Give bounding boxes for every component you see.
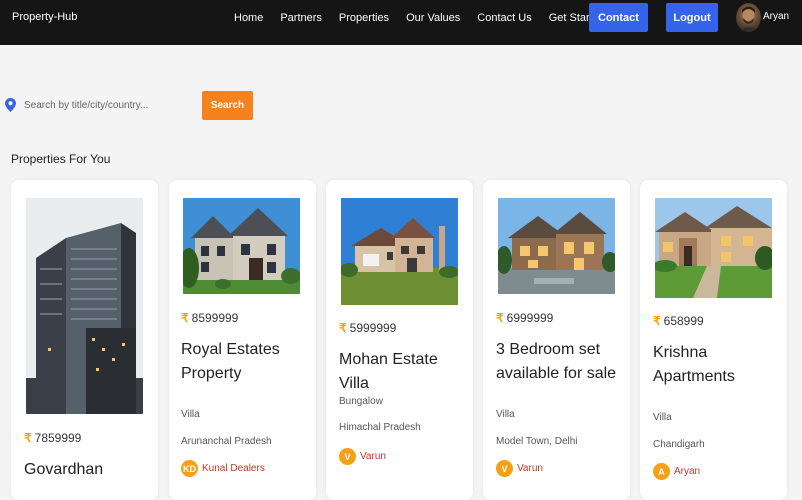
logout-button[interactable]: Logout [666, 3, 718, 32]
property-location: Chandigarh [653, 439, 705, 450]
rupee-icon: ₹ [24, 431, 32, 445]
property-location: Arunanchal Pradesh [181, 436, 272, 447]
dealer-info[interactable]: V Varun [339, 448, 386, 465]
property-card[interactable]: ₹658999 Krishna Apartments Villa Chandig… [640, 180, 787, 500]
dealer-name[interactable]: Varun [360, 451, 386, 462]
section-title: Properties For You [11, 152, 111, 166]
property-type: Villa [653, 412, 672, 423]
user-name: Aryan [763, 11, 790, 22]
dealer-avatar: V [339, 448, 356, 465]
nav-link-partners[interactable]: Partners [280, 12, 322, 24]
search-bar: Search [0, 90, 802, 120]
dealer-info[interactable]: KD Kunal Dealers [181, 460, 265, 477]
property-price: ₹7859999 [24, 431, 82, 445]
dealer-name[interactable]: Kunal Dealers [202, 463, 265, 474]
property-title[interactable]: Krishna Apartments [653, 341, 783, 389]
property-title[interactable]: Mohan Estate Villa [339, 348, 471, 396]
dealer-name[interactable]: Varun [517, 463, 543, 474]
nav-link-home[interactable]: Home [234, 12, 263, 24]
nav-link-contact-us[interactable]: Contact Us [477, 12, 531, 24]
contact-button[interactable]: Contact [589, 3, 648, 32]
dealer-avatar: V [496, 460, 513, 477]
property-title[interactable]: Royal Estates Property [181, 338, 311, 386]
property-card[interactable]: ₹7859999 Govardhan [11, 180, 158, 500]
nav-link-properties[interactable]: Properties [339, 12, 389, 24]
dealer-name[interactable]: Aryan [674, 466, 700, 477]
property-price: ₹5999999 [339, 321, 397, 335]
property-image[interactable] [655, 198, 772, 298]
property-image[interactable] [183, 198, 300, 294]
dealer-info[interactable]: A Aryan [653, 463, 700, 480]
location-pin-icon [5, 98, 16, 112]
property-image[interactable] [498, 198, 615, 294]
dealer-avatar: KD [181, 460, 198, 477]
property-price: ₹658999 [653, 314, 704, 328]
property-image[interactable] [341, 198, 458, 305]
avatar[interactable] [736, 3, 761, 32]
navbar: Property-Hub Home Partners Properties Ou… [0, 0, 802, 45]
property-location: Model Town, Delhi [496, 436, 578, 447]
rupee-icon: ₹ [339, 321, 347, 335]
property-location: Himachal Pradesh [339, 422, 421, 433]
property-card[interactable]: ₹5999999 Mohan Estate Villa Bungalow Him… [326, 180, 473, 500]
property-image[interactable] [26, 198, 143, 414]
search-button[interactable]: Search [202, 91, 253, 120]
property-price: ₹6999999 [496, 311, 554, 325]
nav-link-our-values[interactable]: Our Values [406, 12, 460, 24]
rupee-icon: ₹ [181, 311, 189, 325]
brand-logo[interactable]: Property-Hub [12, 11, 77, 23]
rupee-icon: ₹ [496, 311, 504, 325]
rupee-icon: ₹ [653, 314, 661, 328]
property-type: Villa [181, 409, 200, 420]
property-type: Bungalow [339, 396, 383, 407]
dealer-info[interactable]: V Varun [496, 460, 543, 477]
dealer-avatar: A [653, 463, 670, 480]
property-title[interactable]: Govardhan [24, 458, 154, 482]
nav-links: Home Partners Properties Our Values Cont… [234, 0, 622, 36]
search-input[interactable] [20, 93, 198, 117]
property-card[interactable]: ₹6999999 3 Bedroom set available for sal… [483, 180, 630, 500]
property-card[interactable]: ₹8599999 Royal Estates Property Villa Ar… [169, 180, 316, 500]
property-title[interactable]: 3 Bedroom set available for sale [496, 338, 626, 386]
property-price: ₹8599999 [181, 311, 239, 325]
property-type: Villa [496, 409, 515, 420]
